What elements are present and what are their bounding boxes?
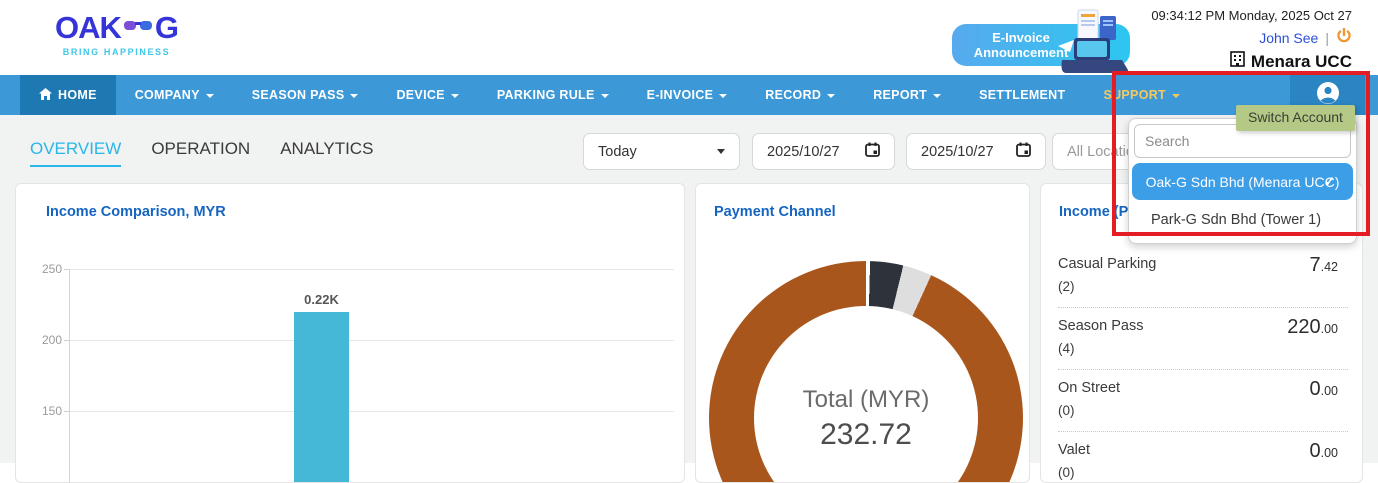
home-icon — [39, 88, 52, 103]
income-row-on-street: On Street (0) 0.00 — [1058, 370, 1348, 432]
income-breakdown-list: Casual Parking (2) 7.42 Season Pass (4) … — [1041, 246, 1362, 483]
date-range-select[interactable]: Today — [583, 133, 740, 170]
current-datetime: 09:34:12 PM Monday, 2025 Oct 27 — [1151, 8, 1352, 23]
chevron-down-icon — [827, 94, 835, 98]
calendar-icon — [865, 142, 880, 161]
chevron-down-icon — [933, 94, 941, 98]
sunglasses-icon — [123, 18, 153, 39]
income-row-season-pass: Season Pass (4) 220.00 — [1058, 308, 1348, 370]
payment-channel-card: Payment Channel Total (MYR) 232.72 — [695, 183, 1030, 483]
main-navbar: HOME COMPANY SEASON PASS DEVICE PARKING … — [0, 75, 1378, 115]
current-site-name: Menara UCC — [1251, 52, 1352, 72]
chevron-down-icon — [719, 94, 727, 98]
income-comparison-card: Income Comparison, MYR 250 200 150 0.22K — [15, 183, 685, 483]
y-tick-label: 150 — [32, 404, 62, 418]
income-value: 0.00 — [1309, 378, 1338, 401]
separator: | — [1325, 30, 1329, 46]
income-bar[interactable] — [294, 312, 349, 483]
nav-item-company[interactable]: COMPANY — [116, 75, 233, 115]
y-axis-line — [69, 269, 70, 483]
user-name-link[interactable]: John See — [1259, 30, 1318, 46]
chevron-down-icon — [451, 94, 459, 98]
date-to-input[interactable]: 2025/10/27 — [906, 133, 1046, 170]
logo-tagline: BRING HAPPINESS — [55, 47, 178, 57]
nav-item-home[interactable]: HOME — [20, 75, 116, 115]
chevron-down-icon — [206, 94, 214, 98]
chevron-down-icon — [717, 149, 725, 154]
income-value: 220.00 — [1287, 316, 1338, 339]
y-tick-label: 250 — [32, 262, 62, 276]
einvoice-announcement-button[interactable]: E-Invoice Announcement — [952, 24, 1130, 66]
dashboard-tabs: OVERVIEW OPERATION ANALYTICS — [30, 139, 373, 167]
nav-item-parking-rule[interactable]: PARKING RULE — [478, 75, 628, 115]
y-tick-label: 200 — [32, 333, 62, 347]
income-row-casual-parking: Casual Parking (2) 7.42 — [1058, 246, 1348, 308]
card-title: Payment Channel — [714, 204, 836, 220]
bar-value-label: 0.22K — [294, 292, 349, 307]
income-value: 7.42 — [1309, 254, 1338, 277]
tab-analytics[interactable]: ANALYTICS — [280, 139, 373, 167]
switch-account-tooltip: Switch Account — [1236, 105, 1355, 131]
nav-item-device[interactable]: DEVICE — [377, 75, 477, 115]
logo-text-left: OAK — [55, 10, 121, 46]
switch-account-dropdown: Oak-G Sdn Bhd (Menara UCC) ✓ Park-G Sdn … — [1128, 118, 1357, 244]
nav-item-settlement[interactable]: SETTLEMENT — [960, 75, 1084, 115]
tab-overview[interactable]: OVERVIEW — [30, 139, 121, 167]
income-row-valet: Valet (0) 0.00 — [1058, 432, 1348, 483]
calendar-icon — [1016, 142, 1031, 161]
chevron-down-icon — [350, 94, 358, 98]
chevron-down-icon — [1172, 94, 1180, 98]
app-logo: OAK G BRING HAPPINESS — [55, 10, 178, 57]
header: OAK G BRING HAPPINESS E-Invoice Announce… — [0, 0, 1378, 75]
nav-item-record[interactable]: RECORD — [746, 75, 854, 115]
logout-power-icon[interactable] — [1336, 28, 1352, 47]
card-title: Income Comparison, MYR — [46, 204, 226, 220]
logo-text-right: G — [155, 10, 178, 46]
tab-operation[interactable]: OPERATION — [151, 139, 250, 167]
chevron-down-icon — [601, 94, 609, 98]
account-option-oak-g[interactable]: Oak-G Sdn Bhd (Menara UCC) ✓ — [1132, 163, 1353, 200]
nav-item-season-pass[interactable]: SEASON PASS — [233, 75, 378, 115]
check-icon: ✓ — [1324, 174, 1335, 190]
income-value: 0.00 — [1309, 440, 1338, 463]
einvoice-laptop-illustration — [1048, 8, 1134, 83]
account-option-park-g[interactable]: Park-G Sdn Bhd (Tower 1) — [1132, 201, 1353, 238]
date-from-input[interactable]: 2025/10/27 — [752, 133, 895, 170]
building-icon — [1230, 51, 1245, 72]
nav-item-e-invoice[interactable]: E-INVOICE — [628, 75, 747, 115]
donut-center-label: Total (MYR) 232.72 — [709, 386, 1023, 452]
nav-item-report[interactable]: REPORT — [854, 75, 960, 115]
payment-channel-donut[interactable]: Total (MYR) 232.72 — [709, 261, 1023, 483]
nav-item-support[interactable]: SUPPORT — [1084, 75, 1199, 115]
